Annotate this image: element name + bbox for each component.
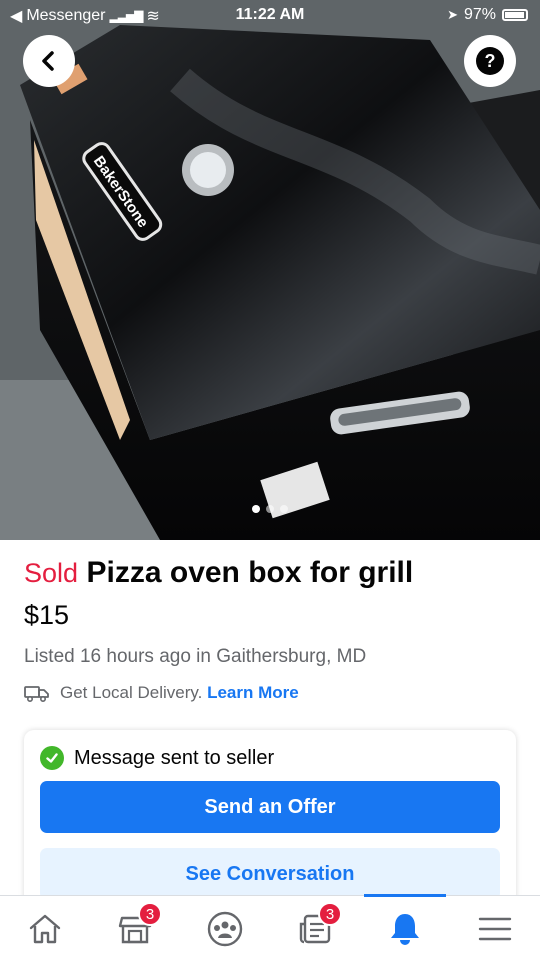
menu-icon [478,917,512,941]
seller-action-card: Message sent to seller Send an Offer See… [24,730,516,910]
page-dot [252,505,260,513]
location-arrow-icon: ➤ [447,7,458,22]
message-sent-text: Message sent to seller [74,746,275,769]
listing-title: Pizza oven box for grill [86,556,414,589]
tab-notifications[interactable] [360,896,450,961]
listing-meta: Listed 16 hours ago in Gaithersburg, MD [24,646,367,667]
tab-menu[interactable] [450,896,540,961]
listing-price: $15 [24,600,70,630]
tab-home[interactable] [0,896,90,961]
tab-groups[interactable] [180,896,270,961]
tab-news[interactable]: 3 [270,896,360,961]
delivery-truck-icon [24,686,49,702]
question-icon: ? [476,47,504,75]
listing-title-line: Sold Pizza oven box for grill [24,556,524,590]
photo-pagination [0,505,540,513]
learn-more-link[interactable]: Learn More [207,683,299,702]
message-sent-status: Message sent to seller [40,746,274,770]
back-button[interactable] [23,35,75,87]
bell-icon [391,914,419,945]
delivery-text: Get Local Delivery. [60,683,203,702]
help-button[interactable]: ? [464,35,516,87]
listing-photo[interactable]: BakerStone [0,0,540,540]
status-bar: ◀ Messenger ▂▃▅▇ ≋ 11:22 AM ➤ 97% [0,0,540,30]
marketplace-badge: 3 [138,902,162,926]
chevron-left-icon [42,51,54,71]
bottom-tab-bar: 3 3 [0,894,540,961]
page-dot [280,505,288,513]
battery-percent: 97% [463,6,496,23]
pizza-oven-image: BakerStone [0,0,540,540]
send-offer-button[interactable]: Send an Offer [40,781,500,833]
news-badge: 3 [318,902,342,926]
local-delivery: Get Local Delivery. Learn More [24,683,299,703]
battery-icon [502,9,528,21]
page-dot [266,505,274,513]
tab-marketplace[interactable]: 3 [90,896,180,961]
sold-label: Sold [24,558,79,588]
groups-icon [207,911,243,947]
see-conversation-button[interactable]: See Conversation [40,848,500,900]
checkmark-icon [40,746,64,770]
home-icon [29,914,61,944]
